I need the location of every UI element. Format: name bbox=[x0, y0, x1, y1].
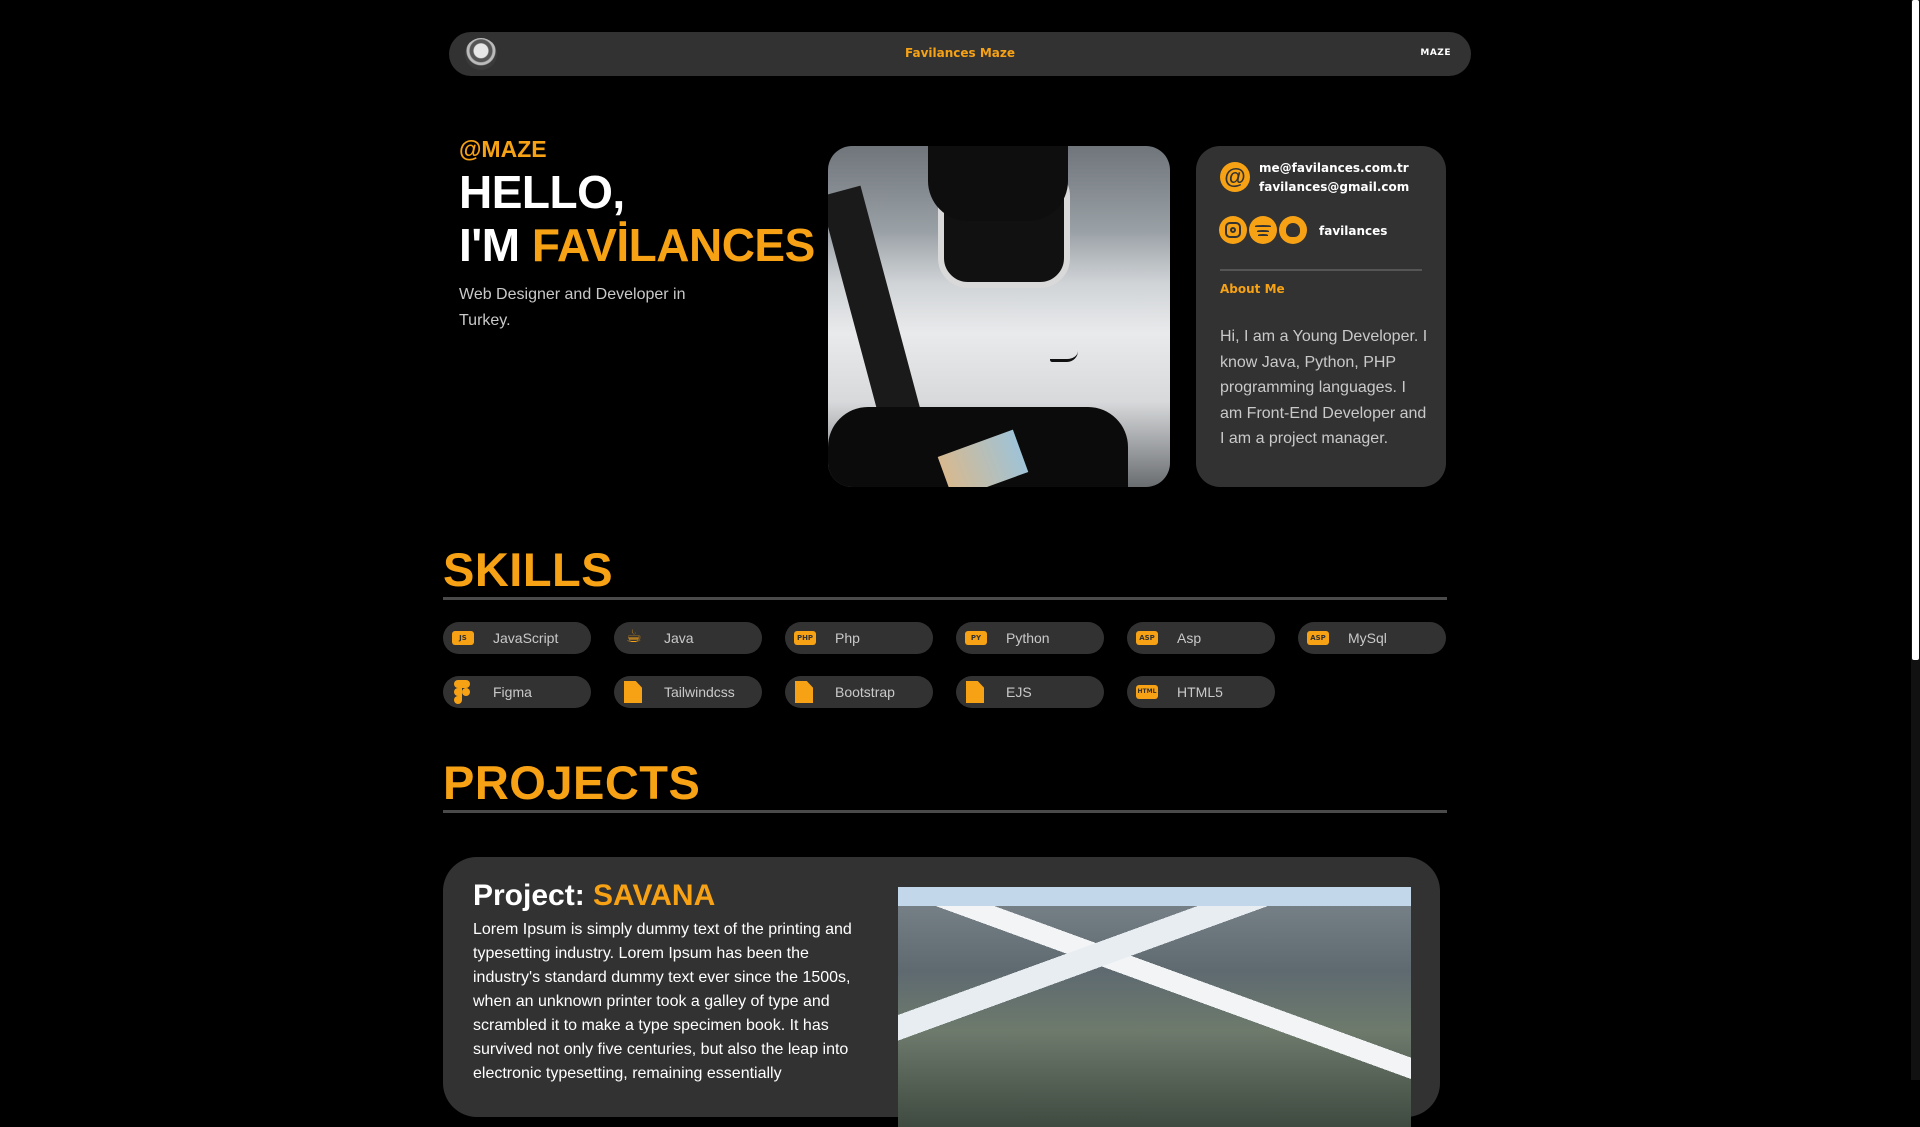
skill-label: JavaScript bbox=[493, 630, 559, 646]
site-title: Favilances Maze bbox=[904, 46, 1015, 60]
projects-title: PROJECTS bbox=[443, 756, 701, 809]
skill-ejs[interactable]: EJS bbox=[956, 676, 1104, 708]
social-username[interactable]: favilances bbox=[1319, 224, 1387, 238]
top-navbar: Favilances Maze MAZE bbox=[449, 32, 1471, 76]
asp-icon: ASP bbox=[1136, 631, 1158, 645]
hero-subtitle: Web Designer and Developer in Turkey. bbox=[459, 286, 686, 329]
hero-heading: HELLO, I'M FAVİLANCES bbox=[459, 166, 815, 272]
skill-asp[interactable]: ASP Asp bbox=[1127, 622, 1275, 654]
skill-python[interactable]: PY Python bbox=[956, 622, 1104, 654]
skill-javascript[interactable]: JS JavaScript bbox=[443, 622, 591, 654]
skill-java[interactable]: ☕ Java bbox=[614, 622, 762, 654]
photo-swoosh bbox=[1050, 351, 1078, 362]
about-text: Hi, I am a Young Developer. I know Java,… bbox=[1220, 328, 1428, 447]
skill-html5[interactable]: HTML HTML5 bbox=[1127, 676, 1275, 708]
skill-bootstrap[interactable]: Bootstrap bbox=[785, 676, 933, 708]
project-card[interactable]: Project: SAVANA Lorem Ipsum is simply du… bbox=[443, 857, 1440, 1127]
html-icon: HTML bbox=[1136, 685, 1158, 699]
hero-name: FAVİLANCES bbox=[531, 219, 815, 271]
photo-cap bbox=[928, 146, 1068, 221]
projects-divider bbox=[443, 810, 1447, 813]
project-title: Project: SAVANA bbox=[473, 879, 715, 913]
project-image[interactable] bbox=[898, 887, 1411, 1127]
skill-mysql[interactable]: ASP MySql bbox=[1298, 622, 1446, 654]
js-icon: JS bbox=[452, 631, 474, 645]
spotify-icon[interactable] bbox=[1249, 216, 1277, 244]
hero-handle: @MAZE bbox=[459, 136, 547, 162]
java-icon: ☕ bbox=[625, 626, 643, 647]
hero-greeting-line2: I'M FAVİLANCES bbox=[459, 219, 815, 272]
skill-label: MySql bbox=[1348, 630, 1387, 646]
hero-greeting-prefix: I'M bbox=[459, 219, 532, 271]
skill-php[interactable]: PHP Php bbox=[785, 622, 933, 654]
email-secondary[interactable]: favilances@gmail.com bbox=[1259, 180, 1409, 194]
contact-card: @ me@favilances.com.tr favilances@gmail.… bbox=[1196, 146, 1446, 487]
skill-tailwindcss[interactable]: Tailwindcss bbox=[614, 676, 762, 708]
email-primary[interactable]: me@favilances.com.tr bbox=[1259, 161, 1409, 175]
python-icon: PY bbox=[965, 631, 987, 645]
project-name: SAVANA bbox=[593, 879, 716, 912]
skill-figma[interactable]: Figma bbox=[443, 676, 591, 708]
skill-label: Php bbox=[835, 630, 860, 646]
instagram-icon[interactable] bbox=[1219, 216, 1247, 244]
scrollbar-thumb[interactable] bbox=[1912, 0, 1919, 660]
file-icon bbox=[624, 681, 642, 703]
brand-logo[interactable]: MAZE bbox=[1420, 48, 1451, 58]
skill-label: Bootstrap bbox=[835, 684, 895, 700]
skill-label: Java bbox=[664, 630, 694, 646]
about-title: About Me bbox=[1220, 282, 1285, 296]
hero-greeting-line1: HELLO, bbox=[459, 166, 625, 218]
project-description: Lorem Ipsum is simply dummy text of the … bbox=[473, 921, 852, 1082]
skill-label: HTML5 bbox=[1177, 684, 1223, 700]
skills-title: SKILLS bbox=[443, 543, 614, 596]
skills-divider bbox=[443, 597, 1447, 600]
skill-label: EJS bbox=[1006, 684, 1032, 700]
page-scrollbar[interactable] bbox=[1911, 0, 1920, 1080]
mysql-icon: ASP bbox=[1307, 631, 1329, 645]
php-icon: PHP bbox=[794, 631, 816, 645]
github-icon[interactable] bbox=[1279, 216, 1307, 244]
hero-photo bbox=[828, 146, 1170, 487]
email-icon: @ bbox=[1220, 162, 1250, 192]
skill-label: Figma bbox=[493, 684, 532, 700]
project-title-prefix: Project: bbox=[473, 879, 594, 912]
figma-icon bbox=[454, 680, 472, 706]
skill-label: Tailwindcss bbox=[664, 684, 735, 700]
skill-label: Python bbox=[1006, 630, 1050, 646]
card-divider bbox=[1220, 269, 1422, 271]
skill-label: Asp bbox=[1177, 630, 1202, 646]
file-icon bbox=[795, 681, 813, 703]
file-icon bbox=[966, 681, 984, 703]
